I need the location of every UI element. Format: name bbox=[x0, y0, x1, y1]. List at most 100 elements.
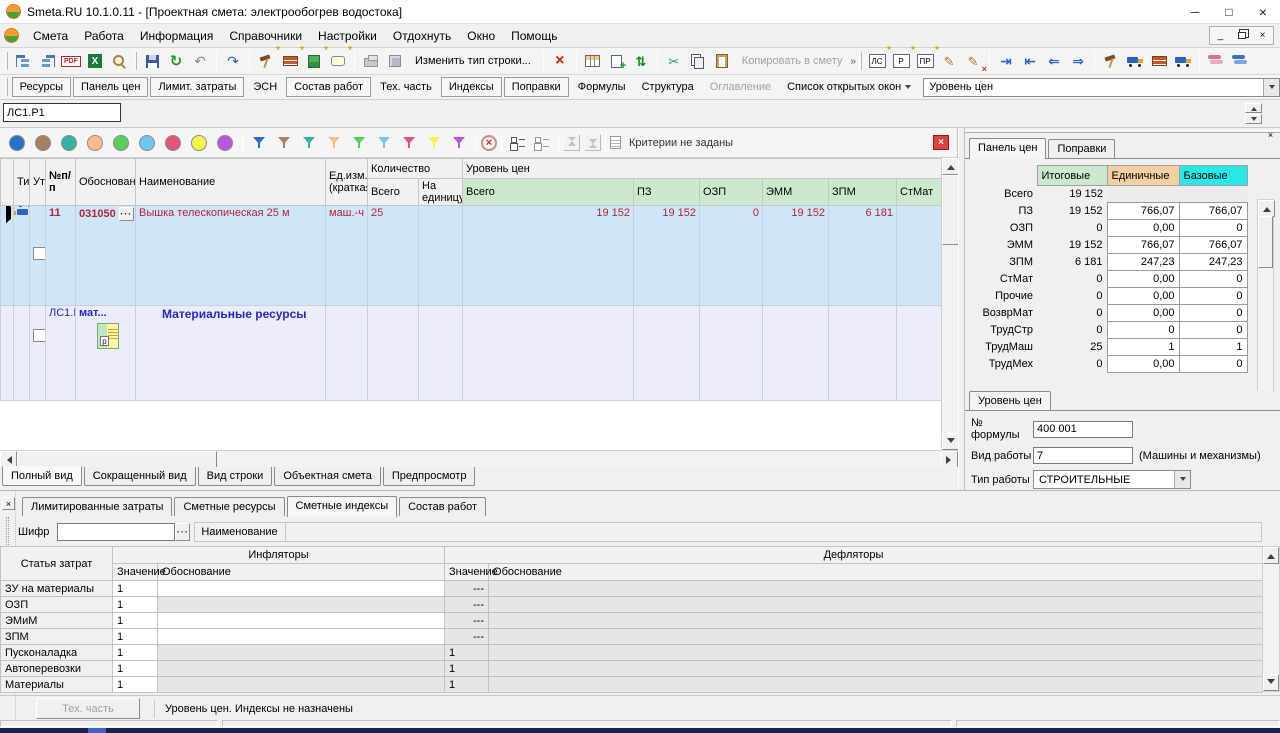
formula-number-field[interactable]: 400 001 bbox=[1033, 421, 1133, 438]
row-checkbox[interactable] bbox=[33, 329, 46, 342]
menu-nastroyki[interactable]: Настройки bbox=[310, 26, 385, 46]
deflator-value-cell[interactable]: --- bbox=[445, 629, 489, 645]
price-unit-value[interactable]: 1 bbox=[1107, 339, 1179, 356]
price-base-value[interactable]: 0 bbox=[1179, 305, 1247, 322]
organization-button[interactable] bbox=[383, 49, 407, 73]
inflator-value-cell[interactable]: 1 bbox=[113, 645, 158, 661]
table-row[interactable]: ЛС1.Р2 мат...р Материальные ресурсы bbox=[1, 306, 942, 401]
combo-drop-button[interactable] bbox=[1174, 471, 1190, 488]
toolbar-grip[interactable] bbox=[859, 52, 862, 70]
clear-filter-icon[interactable]: × bbox=[481, 135, 497, 151]
inflator-basis-cell[interactable] bbox=[158, 581, 445, 597]
toggle-indeksy[interactable]: Индексы bbox=[441, 77, 502, 97]
materials-catalog-button[interactable] bbox=[1147, 49, 1171, 73]
price-unit-value[interactable]: 766,07 bbox=[1107, 203, 1179, 220]
vertical-splitter[interactable] bbox=[958, 128, 965, 490]
inflator-basis-cell[interactable] bbox=[158, 597, 445, 613]
add-work-button[interactable]: * bbox=[254, 49, 278, 73]
price-base-value[interactable]: 766,07 bbox=[1179, 203, 1247, 220]
inflator-basis-cell[interactable] bbox=[158, 613, 445, 629]
price-unit-value[interactable]: 0,00 bbox=[1107, 356, 1179, 373]
price-panel-scrollbar[interactable] bbox=[1257, 199, 1274, 391]
chevron-up-icon[interactable] bbox=[1245, 103, 1262, 113]
row-qty-cell[interactable]: 25 bbox=[368, 206, 419, 306]
edit-note-button[interactable]: ✎ bbox=[937, 49, 961, 73]
color-mark-pink-icon[interactable] bbox=[165, 135, 181, 151]
browse-basis-button[interactable]: ··· bbox=[119, 207, 134, 221]
row-zpm-cell[interactable]: 6 181 bbox=[829, 206, 897, 306]
transport-catalog-button[interactable] bbox=[1171, 49, 1195, 73]
toggle-esn[interactable]: ЭСН bbox=[246, 78, 284, 96]
indent-row-button[interactable]: ⇥ bbox=[994, 49, 1018, 73]
row-approve-cell[interactable] bbox=[30, 206, 46, 306]
price-unit-value[interactable]: 0,00 bbox=[1107, 305, 1179, 322]
save-button[interactable] bbox=[140, 49, 164, 73]
price-base-value[interactable]: 0 bbox=[1179, 356, 1247, 373]
menu-informacia[interactable]: Информация bbox=[132, 26, 221, 46]
deflator-value-cell[interactable]: 1 bbox=[445, 661, 489, 677]
move-down-button[interactable] bbox=[584, 134, 601, 151]
row-num-cell[interactable]: 11 bbox=[46, 206, 76, 306]
refresh-button[interactable]: ↻ bbox=[164, 49, 188, 73]
scroll-down-icon[interactable] bbox=[1263, 674, 1279, 691]
deflator-value-cell[interactable]: 1 bbox=[445, 677, 489, 693]
scroll-up-icon[interactable] bbox=[1258, 200, 1275, 217]
deflator-value-cell[interactable]: 1 bbox=[445, 645, 489, 661]
color-mark-peach-icon[interactable] bbox=[87, 135, 103, 151]
toolbar-grip[interactable] bbox=[134, 52, 137, 70]
close-filterbar-icon[interactable]: × bbox=[933, 135, 949, 150]
inflator-basis-cell[interactable] bbox=[158, 677, 445, 693]
export-pdf-button[interactable]: PDF bbox=[59, 49, 83, 73]
row-ozp-cell[interactable]: 0 bbox=[700, 206, 763, 306]
price-unit-value[interactable] bbox=[1107, 186, 1179, 203]
uncheck-all-button[interactable] bbox=[530, 131, 554, 155]
row-name-cell[interactable]: Вышка телескопическая 25 м bbox=[136, 206, 326, 306]
tab-obektnaya-smeta[interactable]: Объектная смета bbox=[274, 467, 381, 486]
export-excel-button[interactable]: X bbox=[83, 49, 107, 73]
filter-brown-icon[interactable] bbox=[278, 136, 291, 149]
scroll-right-icon[interactable] bbox=[941, 451, 958, 468]
row-pz-cell[interactable] bbox=[634, 306, 700, 401]
close-price-panel-icon[interactable]: × bbox=[1264, 129, 1277, 141]
row-qty-cell[interactable] bbox=[368, 306, 419, 401]
inflator-basis-cell[interactable] bbox=[158, 645, 445, 661]
scrollbar-thumb[interactable] bbox=[942, 175, 959, 245]
row-emm-cell[interactable]: 19 152 bbox=[763, 206, 829, 306]
inflator-value-cell[interactable]: 1 bbox=[113, 661, 158, 677]
paste-button[interactable] bbox=[710, 49, 734, 73]
row-basis-cell[interactable]: мат...р bbox=[76, 306, 136, 401]
tab-smetnye-resursy[interactable]: Сметные ресурсы bbox=[174, 497, 284, 516]
r-button[interactable]: Р* bbox=[889, 49, 913, 73]
row-pz-cell[interactable]: 19 152 bbox=[634, 206, 700, 306]
price-level-combobox[interactable]: Уровень цен bbox=[923, 78, 1280, 97]
deflator-basis-cell[interactable] bbox=[489, 613, 1263, 629]
toggle-sostav-rabot[interactable]: Состав работ bbox=[286, 77, 371, 97]
ls-button[interactable]: ЛС* bbox=[865, 49, 889, 73]
taskbar-sliver[interactable] bbox=[0, 728, 1280, 733]
row-emm-cell[interactable] bbox=[763, 306, 829, 401]
filter-lightblue-icon[interactable] bbox=[378, 136, 391, 149]
browse-cipher-button[interactable]: ··· bbox=[175, 523, 190, 541]
search-button[interactable] bbox=[107, 49, 131, 73]
row-pl-total-cell[interactable] bbox=[463, 306, 634, 401]
row-unit-cell[interactable]: маш.-ч bbox=[326, 206, 368, 306]
filter-pink-icon[interactable] bbox=[403, 136, 416, 149]
price-base-value[interactable]: 766,07 bbox=[1179, 237, 1247, 254]
row-ozp-cell[interactable] bbox=[700, 306, 763, 401]
inflator-value-cell[interactable]: 1 bbox=[113, 581, 158, 597]
row-checkbox[interactable] bbox=[33, 247, 46, 260]
tab-popravki[interactable]: Поправки bbox=[1048, 139, 1115, 158]
inflator-value-cell[interactable]: 1 bbox=[113, 629, 158, 645]
row-zpm-cell[interactable] bbox=[829, 306, 897, 401]
chevron-down-icon[interactable] bbox=[1245, 114, 1262, 124]
change-row-type-button[interactable]: Изменить тип строки... bbox=[407, 53, 539, 69]
toggle-teh-chast[interactable]: Тех. часть bbox=[373, 78, 439, 96]
more-chevron-icon[interactable]: » bbox=[850, 56, 856, 67]
tab-panel-cen[interactable]: Панель цен bbox=[969, 138, 1046, 159]
close-indices-panel-icon[interactable]: × bbox=[2, 497, 15, 510]
tab-limitirovannye-zatraty[interactable]: Лимитированные затраты bbox=[22, 497, 172, 516]
menu-otdohnut[interactable]: Отдохнуть bbox=[385, 26, 459, 46]
expand-tree-button[interactable] bbox=[11, 49, 35, 73]
toggle-struktura[interactable]: Структура bbox=[635, 78, 701, 96]
toggle-panel-cen[interactable]: Панель цен bbox=[73, 77, 148, 97]
